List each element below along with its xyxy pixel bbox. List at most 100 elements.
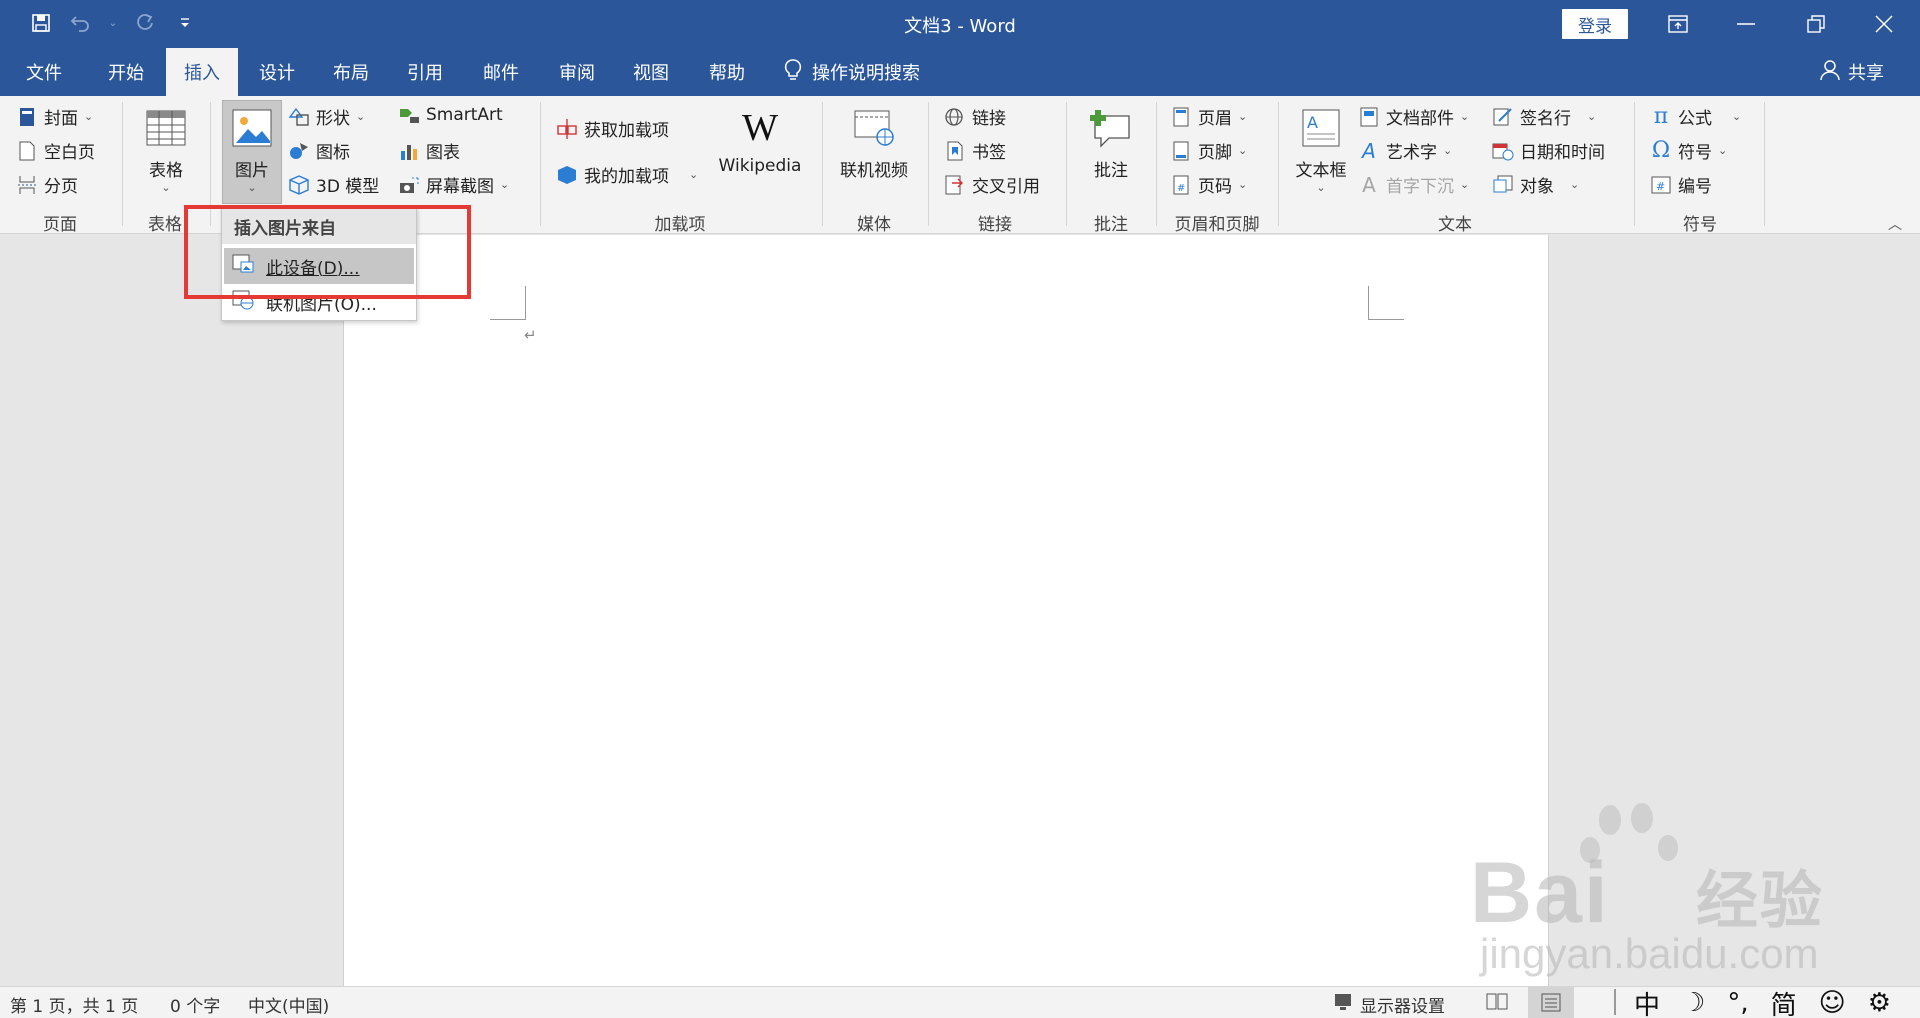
date-time-button[interactable]: 日期和时间	[1492, 138, 1605, 163]
display-settings-button[interactable]: 显示器设置	[1334, 992, 1445, 1017]
ime-chinese-mode[interactable]: 中	[1634, 985, 1660, 1018]
smiley-icon[interactable]: ☺	[1819, 988, 1846, 1018]
signature-line-button[interactable]: 签名行 ⌄	[1492, 104, 1596, 129]
chevron-down-icon: ⌄	[247, 181, 257, 194]
icons-icon	[288, 140, 310, 162]
tab-view[interactable]: 视图	[618, 48, 684, 96]
wikipedia-button[interactable]: W Wikipedia	[712, 106, 808, 176]
tab-help[interactable]: 帮助	[694, 48, 760, 96]
textbox-label: 文本框	[1295, 161, 1347, 181]
screenshot-button[interactable]: 屏幕截图 ⌄	[398, 172, 509, 197]
table-label: 表格	[149, 161, 183, 181]
gear-icon[interactable]: ⚙	[1868, 988, 1891, 1018]
language-indicator[interactable]: 中文(中国)	[248, 992, 329, 1017]
tell-me-search[interactable]: 操作说明搜索	[784, 48, 920, 96]
person-icon	[1820, 59, 1840, 86]
online-video-button[interactable]: 联机视频	[832, 106, 916, 181]
group-addins-label: 加载项	[654, 215, 706, 235]
new-comment-icon	[1089, 106, 1133, 150]
watermark-brand: Bai 经验	[1470, 845, 1824, 941]
equation-button[interactable]: π 公式 ⌄	[1650, 104, 1741, 129]
header-icon	[1170, 106, 1192, 128]
tab-home[interactable]: 开始	[92, 48, 160, 96]
read-mode-icon[interactable]	[1486, 991, 1508, 1016]
symbol-label: 符号	[1678, 143, 1712, 163]
my-addins-button[interactable]: 我的加载项 ⌄	[556, 162, 698, 187]
textbox-button[interactable]: A 文本框 ⌄	[1288, 106, 1354, 194]
restore-icon[interactable]	[1786, 0, 1846, 48]
quick-parts-button[interactable]: 文档部件 ⌄	[1358, 104, 1469, 129]
cross-reference-button[interactable]: 交叉引用	[944, 172, 1040, 197]
group-links-label: 链接	[978, 215, 1012, 235]
cover-page-button[interactable]: 封面 ⌄	[16, 104, 93, 129]
tab-insert[interactable]: 插入	[166, 48, 238, 96]
wikipedia-icon: W	[742, 107, 778, 149]
chart-button[interactable]: 图表	[398, 138, 460, 163]
title-bar: ⌄ 文档3 - Word 登录	[0, 0, 1920, 48]
tab-mailings[interactable]: 邮件	[468, 48, 534, 96]
ime-toolbar: 中 ☽ °, 简 ☺ ⚙	[1634, 987, 1891, 1018]
chevron-down-icon: ⌄	[1460, 178, 1470, 191]
header-button[interactable]: 页眉 ⌄	[1170, 104, 1247, 129]
tab-review[interactable]: 审阅	[544, 48, 610, 96]
link-button[interactable]: 链接	[944, 104, 1006, 129]
chevron-down-icon: ⌄	[1570, 178, 1580, 191]
document-page[interactable]	[343, 235, 1549, 986]
svg-text:#: #	[1177, 183, 1185, 194]
number-button[interactable]: # 编号	[1650, 172, 1712, 197]
omega-icon: Ω	[1651, 138, 1671, 163]
3d-models-button[interactable]: 3D 模型	[288, 172, 379, 197]
addin-cube-icon	[556, 164, 578, 186]
signature-icon	[1492, 106, 1514, 128]
object-button[interactable]: 对象 ⌄	[1492, 172, 1579, 197]
comment-button[interactable]: 批注	[1078, 106, 1144, 181]
blank-page-button[interactable]: 空白页	[16, 138, 95, 163]
page-break-button[interactable]: 分页	[16, 172, 78, 197]
page-count[interactable]: 第 1 页，共 1 页	[10, 992, 138, 1017]
blank-page-label: 空白页	[44, 143, 95, 163]
get-addins-button[interactable]: 获取加载项	[556, 116, 669, 141]
print-layout-icon[interactable]	[1528, 987, 1574, 1018]
wordart-button[interactable]: A 艺术字 ⌄	[1358, 138, 1452, 164]
group-symbols-label: 符号	[1683, 215, 1717, 235]
close-icon[interactable]	[1854, 0, 1914, 48]
window-title: 文档3 - Word	[904, 16, 1016, 37]
equation-label: 公式	[1678, 109, 1712, 129]
tab-file[interactable]: 文件	[10, 48, 78, 96]
symbol-button[interactable]: Ω 符号 ⌄	[1650, 138, 1727, 163]
minimize-icon[interactable]	[1716, 0, 1776, 48]
login-button[interactable]: 登录	[1562, 9, 1628, 39]
table-button[interactable]: 表格 ⌄	[138, 106, 194, 194]
punctuation-icon[interactable]: °,	[1727, 988, 1748, 1018]
shapes-button[interactable]: 形状 ⌄	[288, 104, 365, 129]
bar-chart-icon	[398, 140, 420, 162]
shapes-label: 形状	[316, 109, 350, 129]
footer-button[interactable]: 页脚 ⌄	[1170, 138, 1247, 163]
ribbon-display-options-icon[interactable]	[1648, 0, 1708, 48]
group-separator	[1066, 102, 1067, 226]
cover-page-label: 封面	[44, 109, 78, 129]
margin-corner-right	[1368, 286, 1404, 320]
object-icon	[1492, 174, 1514, 196]
paragraph-mark-icon: ↵	[524, 326, 537, 344]
chevron-down-icon: ⌄	[1732, 110, 1742, 123]
tab-references[interactable]: 引用	[392, 48, 458, 96]
drop-cap-button: A 首字下沉 ⌄	[1358, 172, 1470, 198]
smartart-button[interactable]: SmartArt	[398, 104, 503, 126]
pictures-button[interactable]: 图片 ⌄	[224, 106, 280, 194]
bookmark-button[interactable]: 书签	[944, 138, 1006, 163]
ime-simplified[interactable]: 简	[1771, 985, 1797, 1018]
collapse-ribbon-icon[interactable]: ︿	[1888, 214, 1902, 234]
drop-cap-icon: A	[1362, 172, 1376, 197]
moon-icon[interactable]: ☽	[1682, 988, 1705, 1018]
share-button[interactable]: 共享	[1820, 48, 1884, 96]
number-icon: #	[1650, 174, 1672, 196]
header-label: 页眉	[1198, 109, 1232, 129]
group-separator	[540, 102, 541, 226]
word-count[interactable]: 0 个字	[170, 992, 220, 1017]
icons-button[interactable]: 图标	[288, 138, 350, 163]
group-tables-label: 表格	[148, 215, 182, 235]
tab-design[interactable]: 设计	[244, 48, 310, 96]
page-number-button[interactable]: # 页码 ⌄	[1170, 172, 1247, 197]
tab-layout[interactable]: 布局	[318, 48, 384, 96]
